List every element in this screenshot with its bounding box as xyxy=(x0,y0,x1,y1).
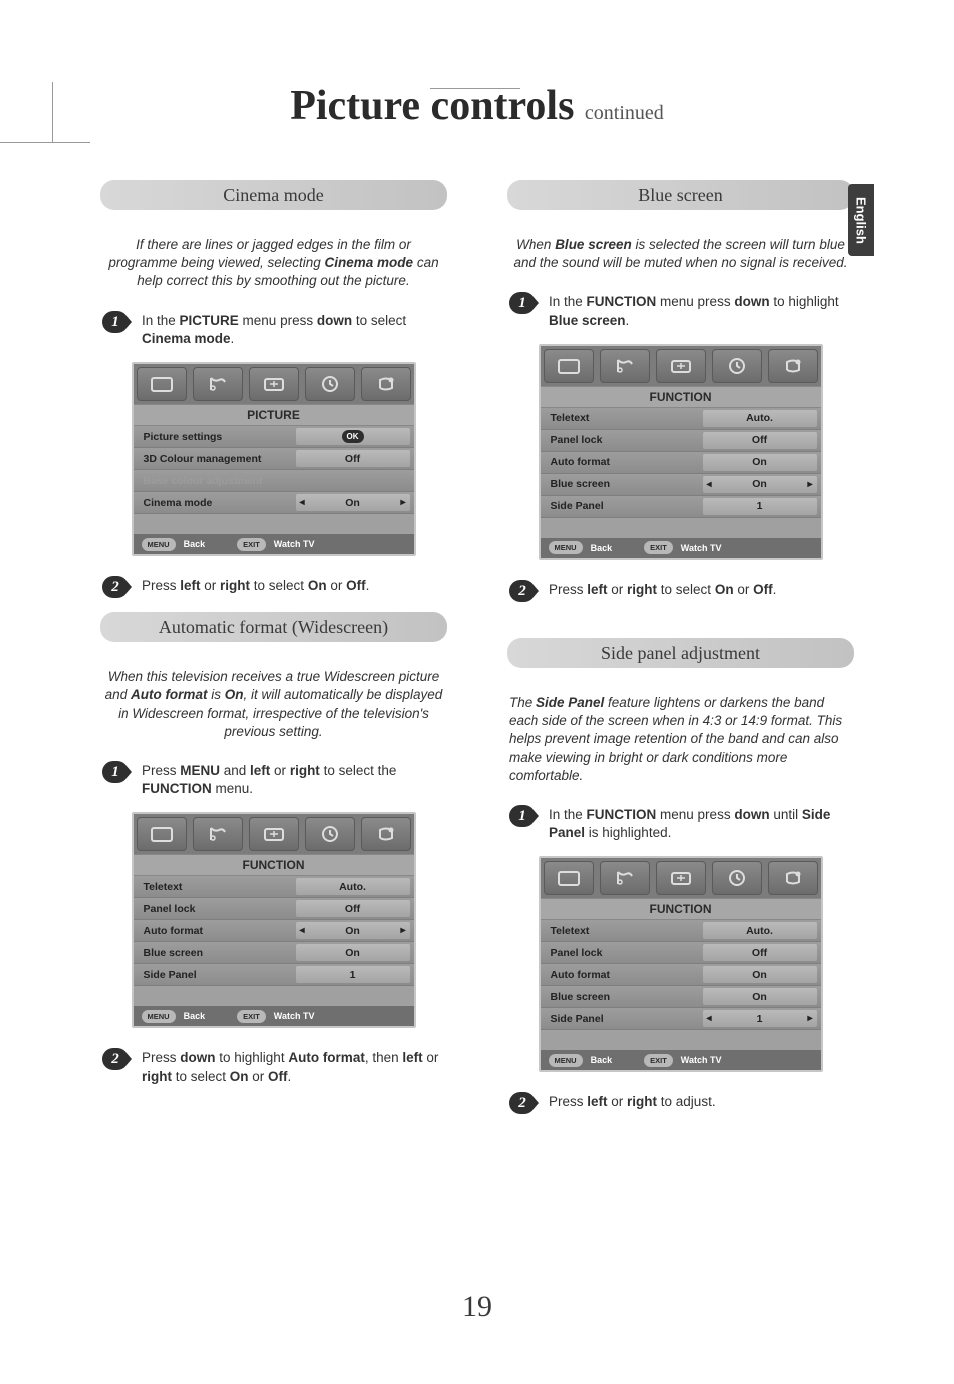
osd-tab-icon xyxy=(361,367,411,401)
intro-sidepanel: The Side Panel feature lightens or darke… xyxy=(507,694,854,785)
step-number-1-icon: 1 xyxy=(509,805,535,827)
osd-picture-menu: PICTURE Picture settings OK 3D Colour ma… xyxy=(132,362,416,556)
step-text: Press left or right to select On or Off. xyxy=(142,576,369,595)
step-text: In the PICTURE menu press down to select… xyxy=(142,311,447,348)
step-text: Press down to highlight Auto format, the… xyxy=(142,1048,447,1085)
osd-tab-icon xyxy=(712,349,762,383)
osd-tab-icon xyxy=(544,861,594,895)
step-number-2-icon: 2 xyxy=(509,1092,535,1114)
osd-row: 3D Colour management Off xyxy=(134,448,414,470)
step-text: Press MENU and left or right to select t… xyxy=(142,761,447,798)
step-number-1-icon: 1 xyxy=(102,761,128,783)
osd-tab-icon xyxy=(768,861,818,895)
osd-footer: MENUBack EXITWatch TV xyxy=(134,534,414,554)
osd-row-selected: Auto format◂On▸ xyxy=(134,920,414,942)
arrow-right-icon: ▸ xyxy=(807,479,812,490)
osd-title: PICTURE xyxy=(134,404,414,426)
crop-mark xyxy=(52,82,53,142)
osd-tab-icon xyxy=(361,817,411,851)
osd-tab-icon xyxy=(193,817,243,851)
osd-function-menu: FUNCTION TeletextAuto. Panel lockOff Aut… xyxy=(132,812,416,1028)
step-text: Press left or right to select On or Off. xyxy=(549,580,776,599)
page-title: Picture controls continued xyxy=(0,82,954,130)
section-header-cinema: Cinema mode xyxy=(100,180,447,210)
osd-row-selected: Side Panel◂1▸ xyxy=(541,1008,821,1030)
osd-tab-icon xyxy=(600,349,650,383)
step-number-2-icon: 2 xyxy=(102,1048,128,1070)
osd-tab-icon xyxy=(600,861,650,895)
step-number-1-icon: 1 xyxy=(509,292,535,314)
crop-mark xyxy=(0,142,90,143)
intro-bluescreen: When Blue screen is selected the screen … xyxy=(507,236,854,272)
arrow-right-icon: ▸ xyxy=(400,497,405,508)
step-text: Press left or right to adjust. xyxy=(549,1092,716,1111)
osd-tab-icon xyxy=(305,817,355,851)
osd-tab-icon xyxy=(249,367,299,401)
osd-tab-icon xyxy=(137,367,187,401)
arrow-right-icon: ▸ xyxy=(400,925,405,936)
osd-tab-icon xyxy=(656,349,706,383)
osd-row-selected: Cinema mode ◂On▸ xyxy=(134,492,414,514)
arrow-left-icon: ◂ xyxy=(300,497,305,508)
page-number: 19 xyxy=(0,1290,954,1324)
step-text: In the FUNCTION menu press down to highl… xyxy=(549,292,854,329)
osd-title: FUNCTION xyxy=(134,854,414,876)
arrow-right-icon: ▸ xyxy=(807,1013,812,1024)
osd-tab-icon xyxy=(712,861,762,895)
osd-row: Picture settings OK xyxy=(134,426,414,448)
ok-icon: OK xyxy=(342,430,364,443)
osd-tab-icon xyxy=(768,349,818,383)
osd-tab-icon xyxy=(249,817,299,851)
arrow-left-icon: ◂ xyxy=(300,925,305,936)
page-title-main: Picture controls xyxy=(290,83,574,129)
language-tab: English xyxy=(848,184,874,256)
osd-tab-icon xyxy=(305,367,355,401)
section-header-autoformat: Automatic format (Widescreen) xyxy=(100,612,447,642)
step-text: In the FUNCTION menu press down until Si… xyxy=(549,805,854,842)
step-number-2-icon: 2 xyxy=(509,580,535,602)
page-title-continued: continued xyxy=(585,102,664,124)
section-header-bluescreen: Blue screen xyxy=(507,180,854,210)
osd-tab-icon xyxy=(544,349,594,383)
osd-row-disabled: Base colour adjustment xyxy=(134,470,414,492)
osd-tab-icon xyxy=(137,817,187,851)
osd-function-menu: FUNCTION TeletextAuto. Panel lockOff Aut… xyxy=(539,856,823,1072)
arrow-left-icon: ◂ xyxy=(707,1013,712,1024)
osd-tab-icon xyxy=(193,367,243,401)
osd-tab-icon xyxy=(656,861,706,895)
section-header-sidepanel: Side panel adjustment xyxy=(507,638,854,668)
crop-mark xyxy=(430,88,520,89)
intro-cinema: If there are lines or jagged edges in th… xyxy=(100,236,447,291)
osd-row-selected: Blue screen◂On▸ xyxy=(541,474,821,496)
intro-autoformat: When this television receives a true Wid… xyxy=(100,668,447,741)
arrow-left-icon: ◂ xyxy=(707,479,712,490)
step-number-1-icon: 1 xyxy=(102,311,128,333)
osd-function-menu: FUNCTION TeletextAuto. Panel lockOff Aut… xyxy=(539,344,823,560)
step-number-2-icon: 2 xyxy=(102,576,128,598)
